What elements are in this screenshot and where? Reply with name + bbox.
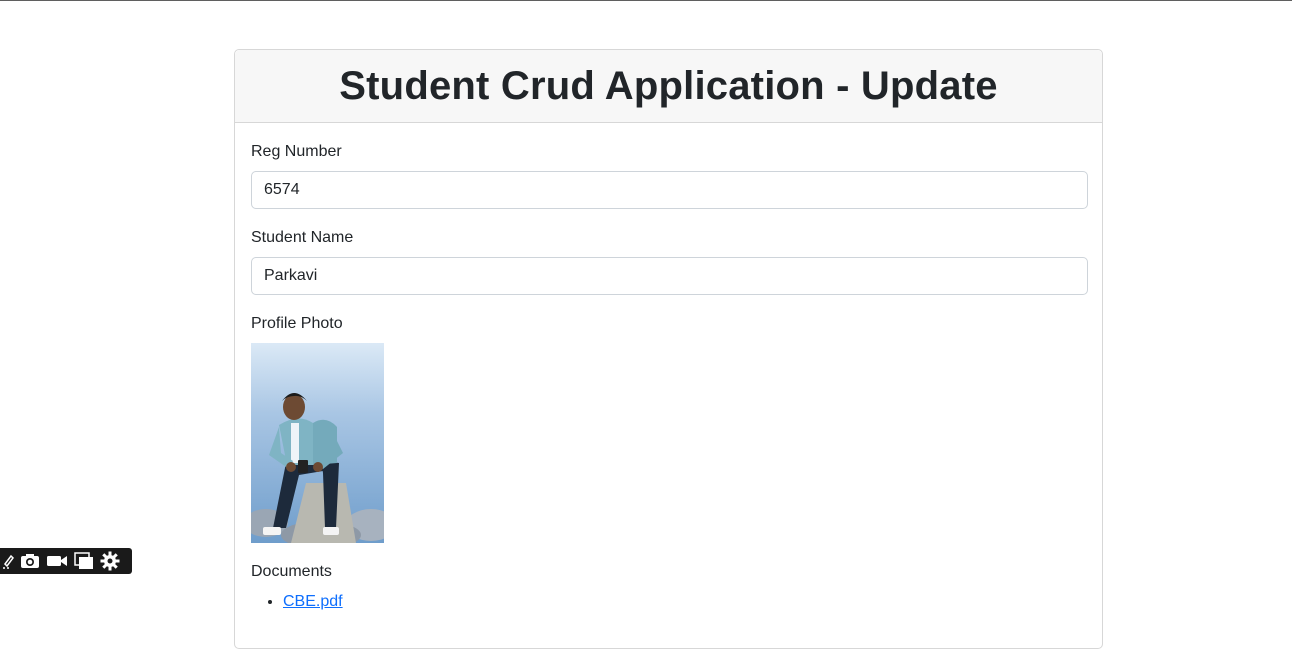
camera-icon[interactable] xyxy=(20,553,40,569)
profile-photo-label: Profile Photo xyxy=(251,315,343,332)
top-border-line xyxy=(0,0,1292,1)
documents-list: CBE.pdf xyxy=(251,593,343,611)
window-icon[interactable] xyxy=(74,552,94,570)
document-item: CBE.pdf xyxy=(283,593,343,611)
page-title: Student Crud Application - Update xyxy=(339,63,998,108)
student-name-input[interactable] xyxy=(251,257,1088,295)
video-icon[interactable] xyxy=(46,553,68,569)
gear-icon[interactable] xyxy=(100,551,120,571)
document-link[interactable]: CBE.pdf xyxy=(283,593,343,610)
documents-label: Documents xyxy=(251,563,332,580)
capture-toolbar xyxy=(0,548,132,574)
profile-photo-image xyxy=(251,343,384,543)
pen-icon[interactable] xyxy=(2,552,14,570)
reg-number-input[interactable] xyxy=(251,171,1088,209)
update-card: Student Crud Application - Update Reg Nu… xyxy=(234,49,1103,649)
student-name-label: Student Name xyxy=(251,229,354,246)
reg-number-label: Reg Number xyxy=(251,143,342,160)
card-header: Student Crud Application - Update xyxy=(235,50,1102,123)
